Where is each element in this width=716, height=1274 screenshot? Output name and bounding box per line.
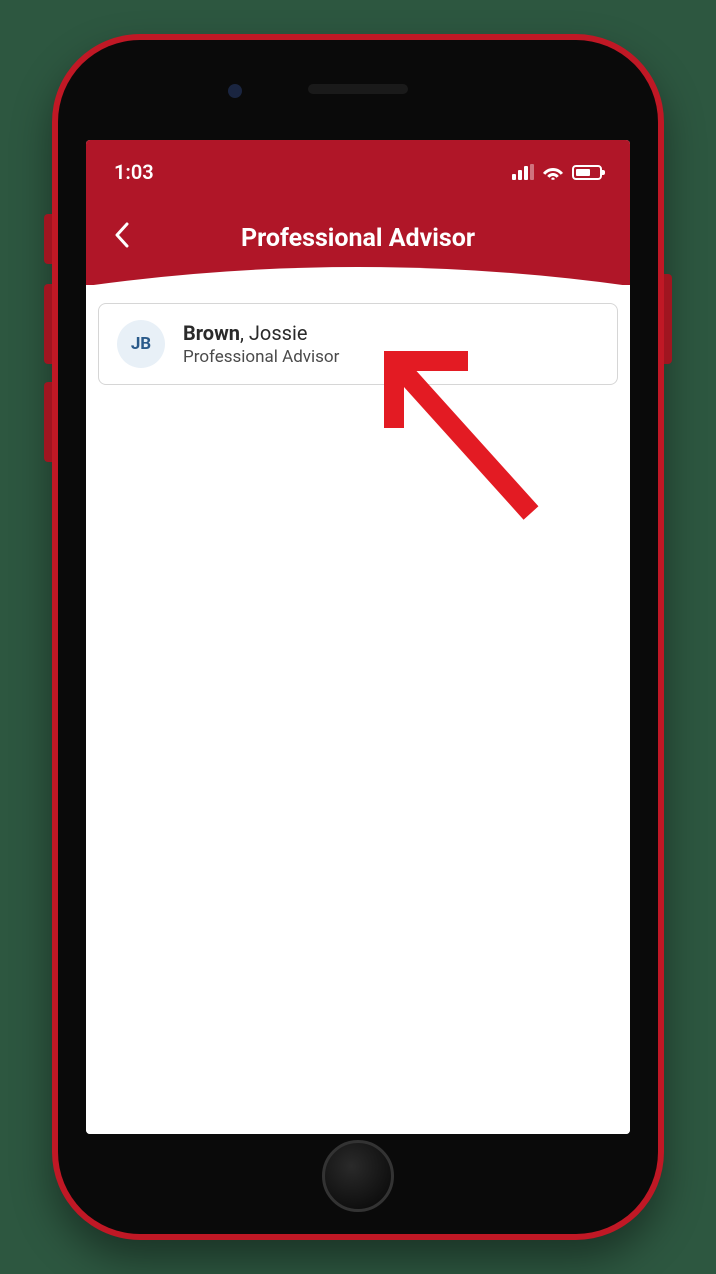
phone-device-frame: 1:03: [52, 34, 664, 1240]
battery-level: [576, 169, 590, 176]
ear-speaker: [308, 84, 408, 94]
avatar-initials: JB: [131, 334, 151, 354]
advisor-first-name: , Jossie: [240, 321, 307, 345]
back-button[interactable]: [104, 218, 140, 259]
wifi-icon: [542, 164, 564, 180]
app-header: 1:03: [86, 140, 630, 285]
battery-icon: [572, 165, 602, 180]
page-title: Professional Advisor: [241, 224, 475, 253]
status-bar: 1:03: [86, 140, 630, 200]
phone-side-buttons: [44, 214, 52, 480]
mute-switch: [44, 214, 52, 264]
status-time: 1:03: [114, 160, 154, 184]
power-button: [664, 274, 672, 364]
status-icons: [512, 164, 602, 180]
content-area: JB Brown, Jossie Professional Advisor: [86, 285, 630, 1134]
advisor-role: Professional Advisor: [183, 347, 339, 367]
header-curve-decoration: [86, 266, 630, 286]
front-camera: [228, 84, 242, 98]
advisor-list-item[interactable]: JB Brown, Jossie Professional Advisor: [98, 303, 618, 385]
advisor-last-name: Brown: [183, 321, 240, 345]
home-button[interactable]: [322, 1140, 394, 1212]
phone-speaker-area: [308, 84, 408, 94]
advisor-name: Brown, Jossie: [183, 321, 339, 345]
power-button-holder: [664, 274, 672, 364]
volume-down-button: [44, 382, 52, 462]
volume-up-button: [44, 284, 52, 364]
phone-screen: 1:03: [86, 140, 630, 1134]
advisor-text: Brown, Jossie Professional Advisor: [183, 321, 339, 367]
phone-bezel: 1:03: [58, 40, 658, 1234]
avatar: JB: [117, 320, 165, 368]
cellular-signal-icon: [512, 164, 534, 180]
